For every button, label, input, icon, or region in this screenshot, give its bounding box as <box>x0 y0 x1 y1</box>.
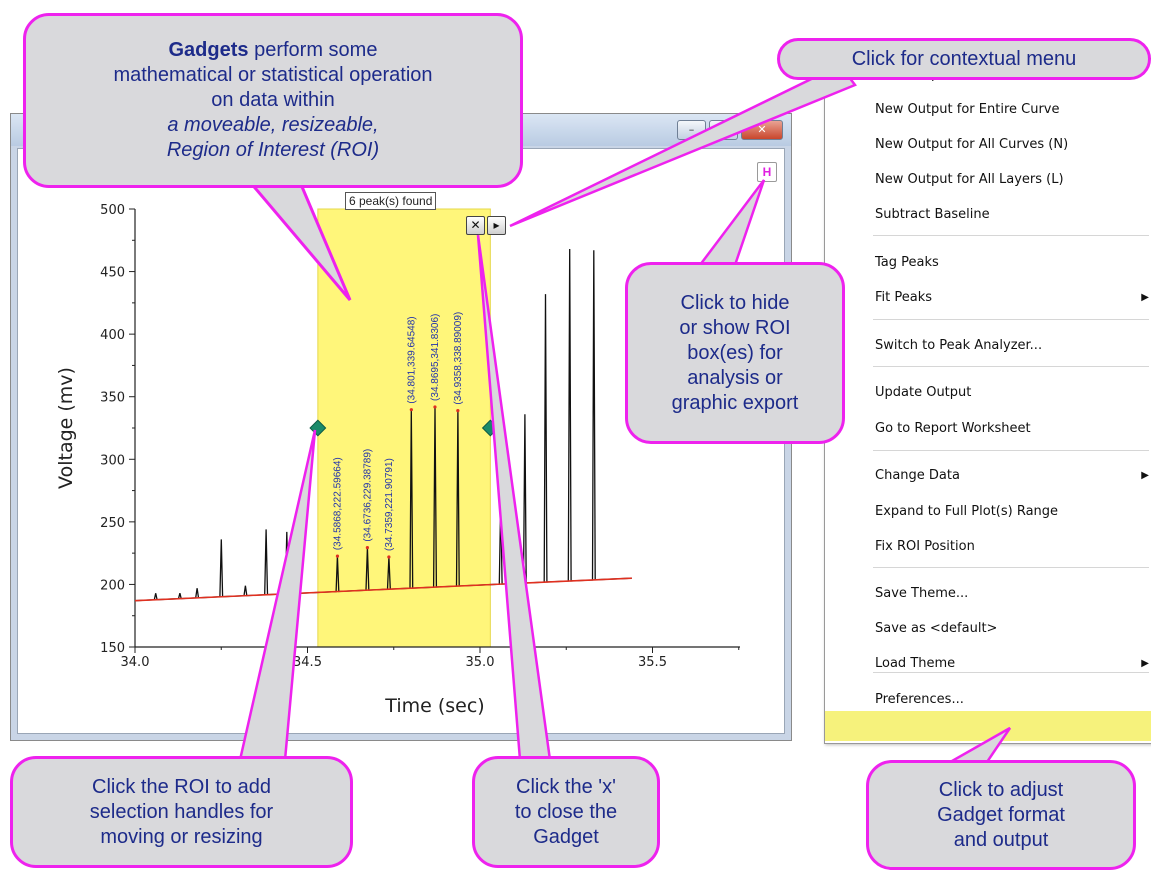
roi-label: 6 peak(s) found <box>345 192 437 210</box>
peak-label: (34.7359,221.90791) <box>384 458 395 551</box>
close-gadget-callout: Click the 'x' to close the Gadget <box>472 756 660 868</box>
hide-roi-button[interactable]: H <box>757 162 777 182</box>
roi-box[interactable] <box>317 208 491 648</box>
menu-item-tag-peaks[interactable]: Tag Peaks <box>875 250 939 276</box>
menu-highlight <box>825 711 1151 741</box>
preferences-callout-text: Click to adjust Gadget format and output <box>937 778 1065 851</box>
x-tick-label: 35.5 <box>638 655 667 670</box>
menu-item-switch-to-peak-analyzer[interactable]: Switch to Peak Analyzer... <box>875 333 1042 359</box>
menu-separator <box>873 366 1149 367</box>
peak-label: (34.5868,222.59664) <box>332 457 343 550</box>
y-tick-label: 250 <box>100 516 125 531</box>
submenu-arrow-icon: ▶ <box>1141 658 1149 669</box>
peak-label: (34.6736,229.38789) <box>362 449 373 542</box>
peak-marker <box>387 555 391 559</box>
roi-callout: Click the ROI to add selection handles f… <box>10 756 353 868</box>
gadgets-callout-line4: a moveable, resizeable, <box>167 114 379 136</box>
menu-item-change-data[interactable]: Change Data <box>875 463 960 489</box>
close-gadget-callout-text: Click the 'x' to close the Gadget <box>514 775 618 848</box>
menu-item-expand-to-full-plot-s-range[interactable]: Expand to Full Plot(s) Range <box>875 499 1058 525</box>
menu-item-subtract-baseline[interactable]: Subtract Baseline <box>875 202 990 228</box>
context-menu-callout: Click for contextual menu <box>777 38 1151 80</box>
roi-callout-text: Click the ROI to add selection handles f… <box>89 775 274 848</box>
gadgets-callout-line2: mathematical or statistical operation <box>113 64 433 86</box>
menu-item-preferences[interactable]: Preferences... <box>875 687 964 713</box>
menu-item-fix-roi-position[interactable]: Fix ROI Position <box>875 534 975 560</box>
preferences-callout: Click to adjust Gadget format and output <box>866 760 1136 870</box>
x-axis-title: Time (sec) <box>384 695 484 717</box>
y-tick-label: 500 <box>100 203 125 218</box>
gadgets-callout: Gadgets perform some mathematical or sta… <box>23 13 523 188</box>
menu-item-load-theme[interactable]: Load Theme <box>875 651 955 677</box>
menu-separator <box>873 450 1149 451</box>
peak-marker <box>409 408 413 412</box>
submenu-arrow-icon: ▶ <box>1141 470 1149 481</box>
gadgets-callout-line5: Region of Interest (ROI) <box>166 139 380 161</box>
y-axis-title: Voltage (mv) <box>55 367 77 489</box>
peak-marker <box>335 554 340 558</box>
y-tick-label: 450 <box>100 266 125 281</box>
gadgets-callout-line3: on data within <box>211 89 335 111</box>
peak-label: (34.801,339.64548) <box>406 316 417 403</box>
gadgets-callout-line1: perform some <box>248 39 378 61</box>
y-tick-label: 350 <box>100 391 125 406</box>
gadgets-callout-bold: Gadgets <box>168 39 249 61</box>
menu-separator <box>873 319 1149 320</box>
y-tick-label: 400 <box>100 328 125 343</box>
peak-label: (34.9358,338.89009) <box>453 312 464 405</box>
menu-item-update-output[interactable]: Update Output <box>875 380 971 406</box>
roi-menu-button[interactable]: ▸ <box>487 216 506 235</box>
x-tick-label: 34.0 <box>121 655 150 670</box>
context-menu: New Output (O)New Output for Entire Curv… <box>824 58 1151 744</box>
y-tick-label: 300 <box>100 453 125 468</box>
menu-item-fit-peaks[interactable]: Fit Peaks <box>875 285 932 311</box>
menu-item-save-as-default[interactable]: Save as <default> <box>875 616 997 642</box>
menu-item-new-output-for-all-layers-l[interactable]: New Output for All Layers (L) <box>875 167 1064 193</box>
menu-item-new-output-for-entire-curve[interactable]: New Output for Entire Curve <box>875 97 1060 123</box>
x-tick-label: 34.5 <box>293 655 322 670</box>
y-tick-label: 200 <box>100 578 125 593</box>
menu-separator <box>873 235 1149 236</box>
hide-roi-callout: Click to hide or show ROI box(es) for an… <box>625 262 845 444</box>
peak-marker <box>456 409 460 413</box>
x-tick-label: 35.0 <box>466 655 495 670</box>
hide-roi-callout-text: Click to hide or show ROI box(es) for an… <box>671 291 799 414</box>
menu-separator <box>873 672 1149 673</box>
y-tick-label: 150 <box>100 641 125 656</box>
menu-item-save-theme[interactable]: Save Theme... <box>875 581 968 607</box>
peak-marker <box>433 405 437 409</box>
context-menu-callout-text: Click for contextual menu <box>851 47 1077 70</box>
peak-label: (34.8695,341.8306) <box>430 314 441 401</box>
roi-close-button[interactable]: ✕ <box>466 216 485 235</box>
menu-separator <box>873 567 1149 568</box>
peak-marker <box>365 546 369 550</box>
menu-item-new-output-for-all-curves-n[interactable]: New Output for All Curves (N) <box>875 132 1068 158</box>
menu-item-go-to-report-worksheet[interactable]: Go to Report Worksheet <box>875 416 1031 442</box>
submenu-arrow-icon: ▶ <box>1141 292 1149 303</box>
